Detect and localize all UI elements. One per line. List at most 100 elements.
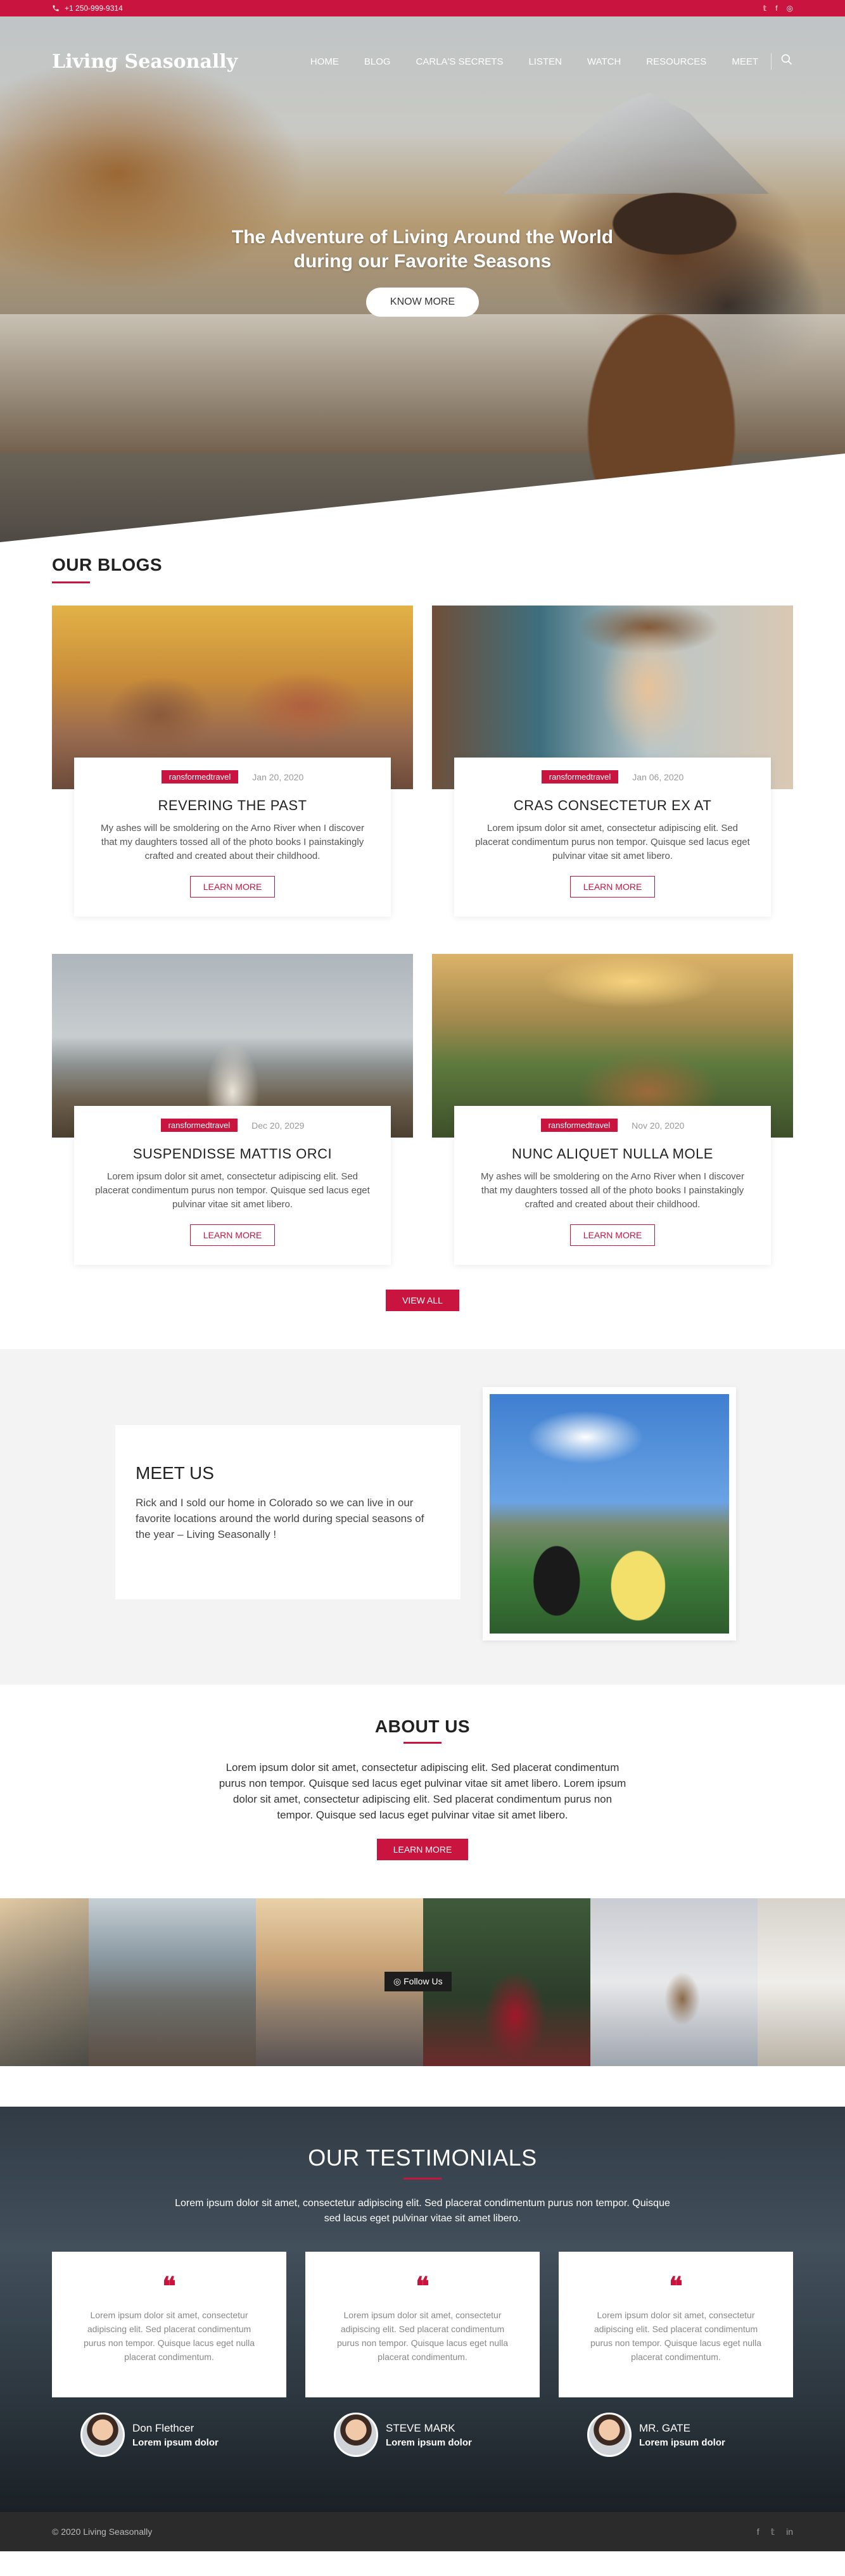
quote-icon: ❝ [669, 2271, 683, 2301]
blog-meta: ransformedtravel Jan 20, 2020 [93, 770, 372, 784]
blog-date: Jan 20, 2020 [252, 771, 304, 782]
blogs-section: OUR BLOGS ransformedtravel Jan 20, 2020 … [0, 542, 845, 1349]
learn-more-button[interactable]: LEARN MORE [189, 876, 276, 898]
couple-photo [490, 1394, 729, 1634]
learn-more-button[interactable]: LEARN MORE [569, 1224, 656, 1246]
blog-card: ransformedtravel Dec 20, 2029 SUSPENDISS… [52, 954, 413, 1265]
blog-grid: ransformedtravel Jan 20, 2020 REVERING T… [52, 606, 793, 1265]
testimonial-text: Lorem ipsum dolor sit amet, consectetur … [590, 2310, 762, 2362]
topbar-social: 𝕥 f ◎ [763, 4, 793, 13]
instagram-icon: ◎ [393, 1976, 404, 1986]
testimonial-box: ❝ Lorem ipsum dolor sit amet, consectetu… [52, 2252, 286, 2397]
blog-card: ransformedtravel Jan 06, 2020 CRAS CONSE… [432, 606, 793, 917]
hero-headline: The Adventure of Living Around the World… [231, 227, 614, 272]
phone-contact[interactable]: +1 250-999-9314 [52, 4, 123, 13]
about-us-text: Lorem ipsum dolor sit amet, consectetur … [219, 1761, 626, 1821]
blog-excerpt: My ashes will be smoldering on the Arno … [480, 1171, 745, 1210]
blog-meta: ransformedtravel Jan 06, 2020 [473, 770, 752, 784]
meet-us-title: MEET US [136, 1463, 214, 1483]
insta-tile-road[interactable] [0, 1898, 89, 2066]
instagram-strip: ◎ Follow Us [0, 1898, 845, 2066]
nav-item-meet[interactable]: MEET [732, 56, 758, 67]
learn-more-button[interactable]: LEARN MORE [569, 876, 656, 898]
blog-card-body: ransformedtravel Nov 20, 2020 NUNC ALIQU… [454, 1106, 771, 1265]
blogs-title: OUR BLOGS [52, 555, 163, 574]
phone-icon [53, 5, 59, 11]
about-learn-more-button[interactable]: LEARN MORE [376, 1839, 469, 1860]
testimonials-grid: ❝ Lorem ipsum dolor sit amet, consectetu… [52, 2252, 793, 2457]
top-bar: +1 250-999-9314 𝕥 f ◎ [0, 0, 845, 16]
author-name: MR. GATE [639, 2421, 690, 2434]
facebook-icon[interactable]: f [757, 2527, 759, 2537]
know-more-button[interactable]: KNOW MORE [365, 288, 480, 317]
twitter-icon[interactable]: 𝕥 [763, 4, 767, 13]
avatar [80, 2413, 125, 2457]
hero-content: The Adventure of Living Around the World… [0, 225, 845, 317]
blog-title[interactable]: SUSPENDISSE MATTIS ORCI [93, 1146, 372, 1162]
nav-item-blog[interactable]: BLOG [364, 56, 391, 67]
testimonial-box: ❝ Lorem ipsum dolor sit amet, consectetu… [305, 2252, 540, 2397]
testimonial-text: Lorem ipsum dolor sit amet, consectetur … [83, 2310, 255, 2362]
testimonial-author: MR. GATE Lorem ipsum dolor [559, 2413, 793, 2457]
insta-tile-rock-coast[interactable] [89, 1898, 256, 2066]
hero-mountain-image [503, 92, 769, 194]
blog-title[interactable]: CRAS CONSECTETUR EX AT [473, 797, 752, 814]
blog-date: Jan 06, 2020 [632, 771, 684, 782]
testimonial-card: ❝ Lorem ipsum dolor sit amet, consectetu… [52, 2252, 286, 2457]
testimonial-text: Lorem ipsum dolor sit amet, consectetur … [336, 2310, 509, 2362]
copyright-text: © 2020 Living Seasonally [52, 2527, 153, 2537]
author-role: Lorem ipsum dolor [132, 2437, 219, 2448]
meet-us-section: MEET US Rick and I sold our home in Colo… [0, 1349, 845, 1685]
learn-more-button[interactable]: LEARN MORE [189, 1224, 276, 1246]
title-underline [403, 1742, 442, 1744]
avatar [587, 2413, 632, 2457]
site-logo[interactable]: Living Seasonally [52, 51, 238, 73]
nav-item-listen[interactable]: LISTEN [528, 56, 562, 67]
twitter-icon[interactable]: 𝕥 [771, 2527, 775, 2537]
insta-tile-deer-snow[interactable] [590, 1898, 758, 2066]
author-role: Lorem ipsum dolor [639, 2437, 725, 2448]
blog-date: Dec 20, 2029 [251, 1120, 305, 1131]
nav-divider [771, 53, 772, 70]
view-all-button[interactable]: VIEW ALL [386, 1290, 459, 1311]
view-all-wrap: VIEW ALL [52, 1290, 793, 1311]
blog-tag[interactable]: ransformedtravel [161, 770, 239, 784]
blog-card-body: ransformedtravel Jan 06, 2020 CRAS CONSE… [454, 758, 771, 917]
nav-item-watch[interactable]: WATCH [587, 56, 621, 67]
footer-social: f 𝕥 in [757, 2527, 793, 2537]
author-name: Don Flethcer [132, 2421, 194, 2434]
blog-excerpt: My ashes will be smoldering on the Arno … [100, 823, 365, 861]
facebook-icon[interactable]: f [775, 4, 777, 13]
blog-excerpt: Lorem ipsum dolor sit amet, consectetur … [95, 1171, 370, 1210]
follow-us-button[interactable]: ◎ Follow Us [384, 1972, 452, 1991]
title-underline [403, 2178, 442, 2179]
nav-item-resources[interactable]: RESOURCES [646, 56, 706, 67]
insta-tile-hand[interactable] [758, 1898, 845, 2066]
blog-tag[interactable]: ransformedtravel [160, 1119, 238, 1132]
hero-diagonal-divider [0, 454, 845, 542]
blog-title[interactable]: NUNC ALIQUET NULLA MOLE [473, 1146, 752, 1162]
nav-item-home[interactable]: HOME [310, 56, 339, 67]
blog-title[interactable]: REVERING THE PAST [93, 797, 372, 814]
testimonial-author: STEVE MARK Lorem ipsum dolor [305, 2413, 540, 2457]
testimonials-section: OUR TESTIMONIALS Lorem ipsum dolor sit a… [0, 2107, 845, 2512]
author-name: STEVE MARK [386, 2421, 455, 2434]
follow-us-label: Follow Us [403, 1976, 443, 1986]
testimonial-card: ❝ Lorem ipsum dolor sit amet, consectetu… [559, 2252, 793, 2457]
main-menu: HOME BLOG CARLA'S SECRETS LISTEN WATCH R… [285, 53, 793, 70]
avatar [334, 2413, 378, 2457]
search-icon[interactable] [780, 53, 793, 70]
blog-card-body: ransformedtravel Jan 20, 2020 REVERING T… [74, 758, 391, 917]
testimonial-card: ❝ Lorem ipsum dolor sit amet, consectetu… [305, 2252, 540, 2457]
quote-icon: ❝ [162, 2271, 176, 2301]
blog-tag[interactable]: ransformedtravel [540, 1119, 618, 1132]
nav-item-carlas-secrets[interactable]: CARLA'S SECRETS [416, 56, 504, 67]
about-us-section: ABOUT US Lorem ipsum dolor sit amet, con… [0, 1685, 845, 1898]
instagram-icon[interactable]: ◎ [787, 4, 793, 13]
linkedin-icon[interactable]: in [786, 2527, 793, 2537]
blog-card-body: ransformedtravel Dec 20, 2029 SUSPENDISS… [74, 1106, 391, 1265]
footer: © 2020 Living Seasonally f 𝕥 in [0, 2512, 845, 2551]
meet-us-text: Rick and I sold our home in Colorado so … [136, 1497, 424, 1540]
blog-tag[interactable]: ransformedtravel [541, 770, 619, 784]
blog-date: Nov 20, 2020 [632, 1120, 685, 1131]
